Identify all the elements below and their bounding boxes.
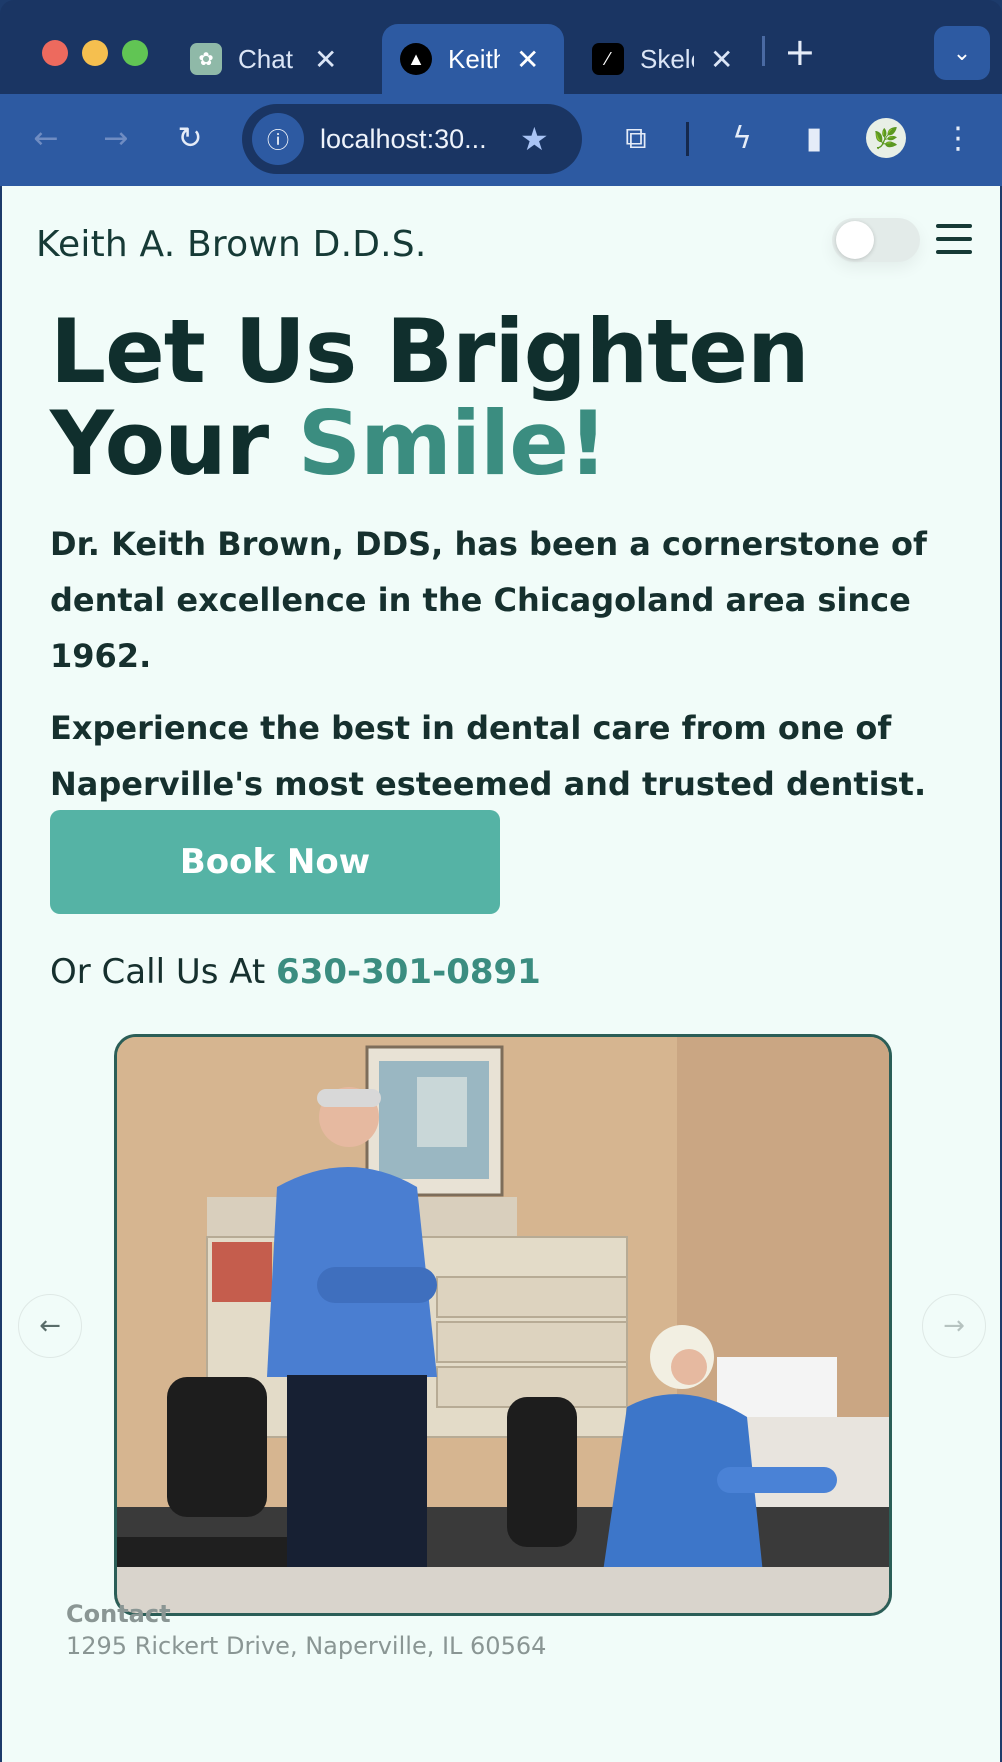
- new-tab-button[interactable]: +: [784, 30, 816, 74]
- bolt-extension-icon[interactable]: ϟ: [722, 118, 762, 158]
- contact-address: 1295 Rickert Drive, Naperville, IL 60564: [66, 1632, 547, 1660]
- close-window-button[interactable]: [42, 40, 68, 66]
- address-bar[interactable]: ⓘ localhost:30... ★: [242, 104, 582, 174]
- slash-icon: ⁄: [592, 43, 624, 75]
- tab-title: Keith: [448, 43, 500, 74]
- phone-link[interactable]: 630-301-0891: [276, 952, 541, 992]
- carousel-prev-button[interactable]: ←: [18, 1294, 82, 1358]
- side-panel-icon[interactable]: ▮: [794, 118, 834, 158]
- close-icon[interactable]: ✕: [314, 43, 337, 76]
- minimize-window-button[interactable]: [82, 40, 108, 66]
- hero-paragraph-history: Dr. Keith Brown, DDS, has been a corners…: [50, 525, 927, 675]
- hero-title-accent: Smile!: [297, 392, 608, 495]
- back-button[interactable]: ←: [26, 118, 66, 158]
- tab-separator: [762, 36, 765, 66]
- tab-title: Skele: [640, 43, 694, 74]
- hero-title-line2: Your: [50, 392, 298, 495]
- contact-label: Contact: [66, 1600, 171, 1628]
- chevron-down-icon: ⌄: [952, 40, 972, 66]
- hero-title: Let Us Brighten Your Smile!: [50, 306, 950, 490]
- tab-search-dropdown[interactable]: ⌄: [934, 26, 990, 80]
- carousel-next-button[interactable]: →: [922, 1294, 986, 1358]
- web-page: Keith A. Brown D.D.S. Let Us Brighten Yo…: [2, 186, 1000, 1762]
- extensions-icon[interactable]: ⧉: [616, 118, 656, 158]
- profile-avatar[interactable]: 🌿: [866, 118, 906, 158]
- reload-button[interactable]: ↻: [170, 118, 210, 158]
- bookmark-star-icon[interactable]: ★: [520, 120, 549, 158]
- hero-paragraph-experience: Experience the best in dental care from …: [50, 709, 927, 803]
- book-now-button[interactable]: Book Now: [50, 810, 500, 914]
- info-icon[interactable]: ⓘ: [252, 113, 304, 165]
- hero-title-line1: Let Us Brighten: [50, 300, 810, 403]
- toolbar-divider: [686, 122, 689, 156]
- url-text[interactable]: localhost:30...: [320, 124, 510, 155]
- tab-skeleton[interactable]: ⁄ Skele ✕: [592, 24, 733, 94]
- hamburger-menu-icon[interactable]: [936, 224, 972, 254]
- toggle-knob: [836, 221, 874, 259]
- close-icon[interactable]: ✕: [710, 43, 733, 76]
- call-prefix: Or Call Us At: [50, 952, 277, 992]
- carousel-slide-photo: [114, 1034, 892, 1616]
- maximize-window-button[interactable]: [122, 40, 148, 66]
- openai-icon: ✿: [190, 43, 222, 75]
- tab-chat[interactable]: ✿ Chat ✕: [190, 24, 337, 94]
- office-photo: [117, 1037, 889, 1613]
- browser-menu-icon[interactable]: ⋮: [938, 118, 978, 158]
- tab-title: Chat: [238, 43, 293, 74]
- forward-button[interactable]: →: [96, 118, 136, 158]
- call-us-line: Or Call Us At 630-301-0891: [50, 952, 541, 992]
- close-icon[interactable]: ✕: [516, 43, 539, 76]
- vercel-triangle-icon: ▲: [400, 43, 432, 75]
- tab-keith[interactable]: ▲ Keith ✕: [382, 24, 564, 94]
- site-brand[interactable]: Keith A. Brown D.D.S.: [36, 224, 426, 265]
- theme-toggle[interactable]: [832, 218, 920, 262]
